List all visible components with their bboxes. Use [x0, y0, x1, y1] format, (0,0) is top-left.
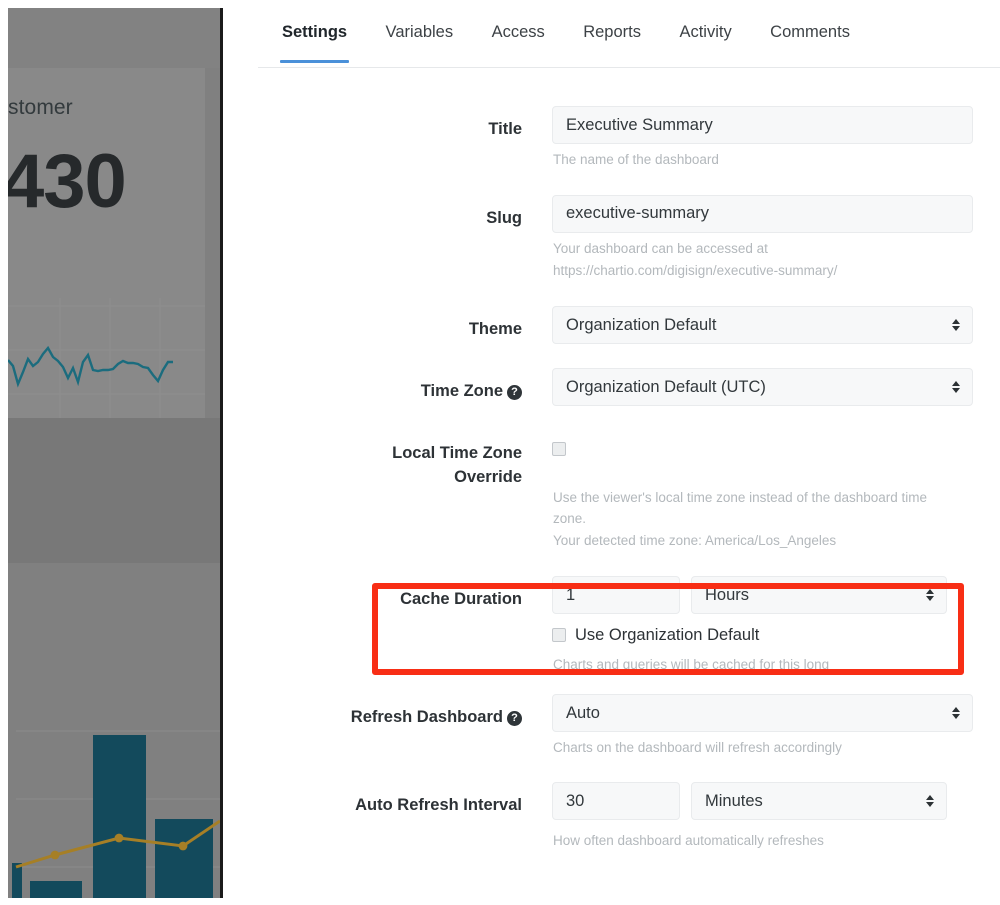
refresh-dashboard-hint: Charts on the dashboard will refresh acc…	[553, 739, 842, 755]
slug-control: Your dashboard can be accessed at https:…	[522, 194, 1000, 282]
cache-duration-inputs: Hours	[552, 576, 1000, 615]
field-row-title: Title The name of the dashboard	[258, 106, 1000, 171]
backdrop-kpi-value: 430	[8, 139, 127, 224]
help-icon[interactable]: ?	[507, 710, 522, 726]
slug-hint-url: https://chartio.com/digisign/executive-s…	[553, 262, 838, 278]
cache-duration-amount-input[interactable]	[552, 576, 680, 615]
slug-hint-line1: Your dashboard can be accessed at	[553, 240, 768, 256]
field-row-refresh-dashboard: Refresh Dashboard? Auto Charts on the da…	[258, 693, 1000, 759]
backdrop-dim-band	[8, 418, 220, 563]
refresh-dashboard-label-text: Refresh Dashboard	[350, 707, 503, 726]
dimmed-dashboard-backdrop: stomer 430	[8, 8, 223, 898]
use-organization-default-label[interactable]: Use Organization Default	[575, 627, 759, 644]
field-row-local-time-zone-override: Local Time Zone Override Use the viewer'…	[258, 430, 1000, 553]
auto-refresh-unit-select[interactable]: Minutes	[691, 782, 947, 821]
theme-select-value: Organization Default	[566, 315, 717, 334]
help-icon[interactable]: ?	[507, 384, 522, 400]
local-tz-hint-line1: Use the viewer's local time zone instead…	[553, 489, 928, 505]
local-tz-hint-detected: Your detected time zone: America/Los_Ang…	[553, 533, 837, 549]
cache-duration-hint: Charts and queries will be cached for th…	[553, 656, 830, 672]
local-time-zone-override-label-line1: Local Time Zone	[392, 443, 522, 462]
field-row-theme: Theme Organization Default	[258, 305, 1000, 344]
cache-duration-label: Cache Duration	[400, 590, 522, 609]
cache-duration-unit-select[interactable]: Hours	[691, 576, 947, 615]
local-time-zone-override-label-line2: Override	[454, 467, 522, 486]
theme-control: Organization Default	[522, 305, 1000, 344]
title-hint: The name of the dashboard	[553, 152, 719, 167]
theme-select[interactable]: Organization Default	[552, 305, 973, 344]
title-control: The name of the dashboard	[522, 106, 1000, 171]
refresh-dashboard-select[interactable]: Auto	[552, 693, 973, 732]
use-organization-default-checkbox[interactable]	[552, 628, 566, 643]
backdrop-topbar	[8, 8, 220, 68]
title-label: Title	[488, 120, 522, 138]
local-tz-hint-line2: zone.	[553, 511, 587, 527]
tab-access[interactable]: Access	[492, 0, 545, 63]
backdrop-combo-chart	[12, 730, 220, 898]
backdrop-kpi-card: stomer 430	[8, 68, 205, 418]
time-zone-control: Organization Default (UTC)	[522, 367, 1000, 406]
field-row-cache-duration: Cache Duration Hours Use Organization De…	[258, 576, 1000, 675]
refresh-dashboard-control: Auto Charts on the dashboard will refres…	[522, 693, 1000, 759]
dashboard-settings-panel: Settings Variables Access Reports Activi…	[258, 0, 1000, 905]
slug-label: Slug	[486, 208, 522, 227]
field-row-slug: Slug Your dashboard can be accessed at h…	[258, 194, 1000, 282]
auto-refresh-interval-control: Minutes How often dashboard automaticall…	[522, 782, 1000, 852]
tab-settings[interactable]: Settings	[279, 0, 350, 63]
chevron-updown-icon	[952, 706, 960, 719]
slug-input[interactable]	[552, 194, 973, 233]
use-organization-default-row: Use Organization Default	[552, 627, 1000, 644]
field-row-time-zone: Time Zone? Organization Default (UTC)	[258, 367, 1000, 406]
chevron-updown-icon	[952, 380, 960, 393]
tab-activity[interactable]: Activity	[679, 0, 731, 63]
auto-refresh-amount-input[interactable]	[552, 782, 680, 821]
cache-duration-control: Hours Use Organization Default Charts an…	[522, 576, 1000, 675]
chevron-updown-icon	[952, 318, 960, 331]
cache-duration-unit-value: Hours	[705, 586, 750, 605]
chevron-updown-icon	[926, 589, 934, 602]
local-time-zone-override-label: Local Time Zone Override	[258, 430, 522, 490]
settings-form: Title The name of the dashboard Slug You…	[258, 68, 1000, 852]
auto-refresh-interval-label: Auto Refresh Interval	[355, 796, 522, 815]
theme-label: Theme	[468, 319, 522, 338]
refresh-dashboard-label: Refresh Dashboard?	[258, 694, 522, 729]
tab-reports[interactable]: Reports	[583, 0, 641, 63]
tab-variables[interactable]: Variables	[386, 0, 454, 63]
auto-refresh-interval-hint: How often dashboard automatically refres…	[553, 833, 824, 849]
field-row-auto-refresh-interval: Auto Refresh Interval Minutes How often …	[258, 782, 1000, 852]
time-zone-label: Time Zone?	[258, 368, 522, 403]
title-input[interactable]	[552, 106, 973, 144]
auto-refresh-interval-inputs: Minutes	[552, 782, 1000, 821]
backdrop-sparkline-chart	[8, 298, 205, 418]
time-zone-label-text: Time Zone	[420, 381, 503, 400]
local-time-zone-override-checkbox[interactable]	[552, 441, 566, 456]
auto-refresh-unit-value: Minutes	[705, 792, 763, 811]
refresh-dashboard-value: Auto	[566, 703, 600, 722]
backdrop-kpi-title: stomer	[8, 96, 73, 119]
chevron-updown-icon	[926, 795, 934, 808]
settings-tab-bar: Settings Variables Access Reports Activi…	[258, 0, 1000, 68]
backdrop-combo-chart-card	[8, 563, 220, 898]
local-time-zone-override-control: Use the viewer's local time zone instead…	[522, 430, 1000, 553]
time-zone-select-value: Organization Default (UTC)	[566, 377, 766, 396]
time-zone-select[interactable]: Organization Default (UTC)	[552, 367, 973, 406]
tab-comments[interactable]: Comments	[770, 0, 850, 63]
